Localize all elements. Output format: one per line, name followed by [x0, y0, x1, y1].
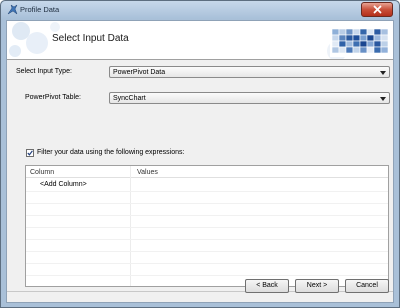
- row-divider: [26, 215, 388, 216]
- add-column-cell[interactable]: <Add Column>: [40, 181, 87, 188]
- table-row[interactable]: <Add Column>: [26, 179, 388, 191]
- close-button[interactable]: [361, 2, 393, 17]
- powerpivot-table-value: SyncChart: [113, 94, 146, 102]
- title-bar[interactable]: Profile Data: [1, 1, 399, 19]
- window-title: Profile Data: [20, 5, 60, 14]
- chevron-down-icon: [380, 71, 386, 75]
- logo-graphic: [330, 25, 392, 57]
- grid-header: Column Values: [26, 166, 388, 178]
- back-button[interactable]: < Back: [245, 279, 289, 293]
- next-button[interactable]: Next >: [295, 279, 339, 293]
- column-header-column: Column: [30, 168, 55, 176]
- page-title: Select Input Data: [52, 33, 129, 44]
- cancel-button[interactable]: Cancel: [345, 279, 389, 293]
- row-divider: [26, 251, 388, 252]
- input-type-label: Select Input Type:: [16, 68, 72, 75]
- row-divider: [26, 191, 388, 192]
- row-divider: [26, 275, 388, 276]
- filter-label: Filter your data using the following exp…: [37, 149, 185, 156]
- row-divider: [26, 239, 388, 240]
- powerpivot-table-label: PowerPivot Table:: [25, 94, 81, 101]
- input-type-select[interactable]: PowerPivot Data: [109, 66, 390, 78]
- input-type-value: PowerPivot Data: [113, 68, 166, 76]
- check-icon: [27, 150, 33, 156]
- dialog-client: Select Input Data Select Input Type: Pow…: [6, 20, 394, 303]
- header-divider: [7, 59, 393, 60]
- row-divider: [26, 263, 388, 264]
- column-header-values: Values: [137, 168, 158, 176]
- wizard-header: Select Input Data: [7, 21, 393, 59]
- close-icon: [373, 5, 381, 14]
- filter-checkbox[interactable]: [26, 149, 34, 157]
- row-divider: [26, 227, 388, 228]
- filter-grid[interactable]: Column Values <Add Column>: [25, 165, 389, 287]
- powerpivot-table-select[interactable]: SyncChart: [109, 92, 390, 104]
- app-icon: [7, 4, 18, 15]
- row-divider: [26, 203, 388, 204]
- dialog-window: Profile Data Select Input Data Select In…: [0, 0, 400, 308]
- chevron-down-icon: [380, 97, 386, 101]
